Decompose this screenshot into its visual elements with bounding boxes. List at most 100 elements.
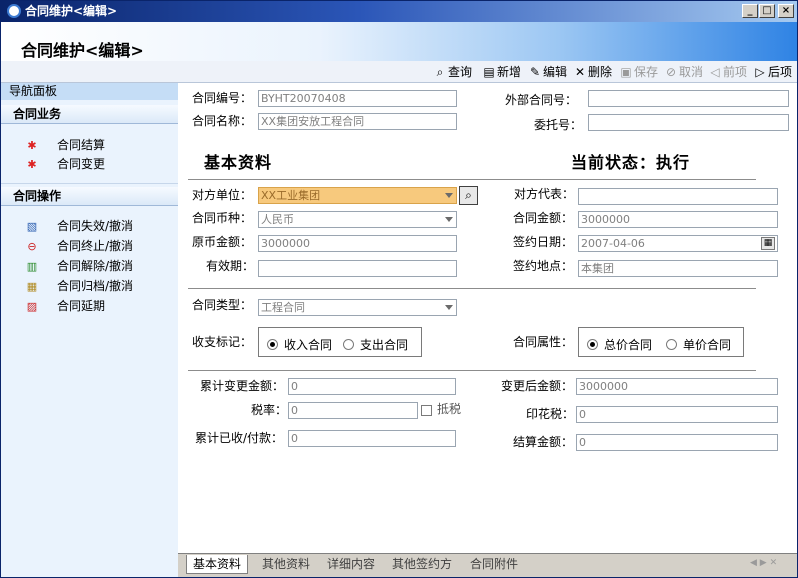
next-icon: ▷ [755, 65, 765, 79]
tab-basic-info[interactable]: 基本资料 [186, 555, 249, 574]
radio-icon [666, 339, 677, 350]
header-banner: 合同维护<编辑> [1, 22, 797, 61]
close-button[interactable]: × [778, 4, 794, 18]
cancel-button[interactable]: ⊘ 取消 [664, 64, 703, 80]
currency-select[interactable]: 人民币 [258, 211, 457, 228]
tab-scroll-arrows[interactable]: ◀ ▶ ✕ [750, 558, 777, 568]
cancel-icon: ⊘ [665, 65, 677, 79]
stamp-tax-field[interactable]: 0 [576, 406, 778, 423]
entrust-no-field[interactable] [588, 114, 789, 131]
extend-icon: ▨ [26, 299, 38, 313]
external-no-label: 外部合同号： [505, 93, 578, 107]
contract-name-label: 合同名称： [192, 114, 253, 128]
contract-type-label: 合同类型： [192, 298, 253, 312]
tab-attachments[interactable]: 合同附件 [464, 555, 524, 574]
settle-amount-label: 结算金额： [513, 435, 574, 449]
edit-button[interactable]: ✎ 编辑 [528, 64, 567, 80]
nav-item-archive[interactable]: ▦ 合同归档/撤消 [23, 277, 133, 295]
party-lookup-button[interactable]: ⌕ [459, 186, 478, 205]
invalidate-icon: ▧ [26, 219, 38, 233]
edit-icon: ✎ [529, 65, 541, 79]
contract-no-field[interactable]: BYHT20070408 [258, 90, 457, 107]
delete-button[interactable]: ✕ 删除 [573, 64, 612, 80]
validity-label: 有效期： [206, 259, 255, 273]
cum-received-field[interactable]: 0 [288, 430, 456, 447]
settle-amount-field[interactable]: 0 [576, 434, 778, 451]
sign-place-label: 签约地点： [513, 259, 574, 273]
next-button[interactable]: ▷ 后项 [753, 64, 792, 80]
after-change-label: 变更后金额： [501, 379, 574, 393]
title-bar[interactable]: 合同维护<编辑> _ □ × [1, 1, 797, 22]
radio-selected-icon [267, 339, 278, 350]
page-title: 合同维护<编辑> [21, 41, 144, 60]
deduct-tax-label: 抵税 [437, 402, 462, 416]
party-rep-label: 对方代表： [514, 187, 575, 201]
expense-radio[interactable]: 支出合同 [343, 336, 408, 353]
nav-divider [1, 183, 178, 184]
nav-item-dissolve[interactable]: ▥ 合同解除/撤消 [23, 257, 133, 275]
amount-label: 合同金额： [513, 211, 574, 225]
external-no-field[interactable] [588, 90, 789, 107]
tab-other-info[interactable]: 其他资料 [256, 555, 316, 574]
orig-amount-label: 原币金额： [192, 235, 253, 249]
party-rep-field[interactable] [578, 188, 778, 205]
currency-label: 合同币种： [192, 211, 253, 225]
stamp-tax-label: 印花税： [526, 407, 575, 421]
contract-no-label: 合同编号： [192, 91, 253, 105]
calendar-icon[interactable]: ▦ [761, 237, 775, 250]
after-change-field[interactable]: 3000000 [576, 378, 778, 395]
tab-other-signers[interactable]: 其他签约方 [386, 555, 458, 574]
search-icon: ⌕ [436, 65, 444, 79]
orig-amount-field[interactable]: 3000000 [258, 235, 457, 252]
party-select[interactable]: XX工业集团 [258, 187, 457, 204]
toolbar: ⌕ 查询 ▤ 新增 ✎ 编辑 ✕ 删除 ▣ 保存 ⊘ 取消 ◁ 前项 ▷ 后项 [1, 61, 797, 83]
tax-rate-field[interactable]: 0 [288, 402, 418, 419]
tab-details[interactable]: 详细内容 [321, 555, 381, 574]
new-icon: ▤ [483, 65, 495, 79]
sign-place-field[interactable]: 本集团 [578, 260, 778, 277]
entrust-no-label: 委托号： [534, 118, 583, 132]
nav-footer [1, 553, 178, 577]
prev-icon: ◁ [710, 65, 720, 79]
delete-icon: ✕ [574, 65, 586, 79]
radio-icon [343, 339, 354, 350]
change-icon: ✱ [27, 157, 37, 171]
deduct-tax-checkbox[interactable] [421, 405, 432, 416]
contract-type-select[interactable]: 工程合同 [258, 299, 457, 316]
divider-2 [188, 288, 756, 289]
nav-item-change[interactable]: ✱ 合同变更 [23, 155, 105, 173]
prev-button[interactable]: ◁ 前项 [708, 64, 747, 80]
new-button[interactable]: ▤ 新增 [482, 64, 521, 80]
lump-sum-radio[interactable]: 总价合同 [587, 336, 652, 353]
cum-change-field[interactable]: 0 [288, 378, 456, 395]
sign-date-field[interactable]: 2007-04-06 [578, 235, 778, 252]
contract-name-field[interactable]: XX集团安放工程合同 [258, 113, 457, 130]
amount-field[interactable]: 3000000 [578, 211, 778, 228]
income-flag-group: 收入合同 支出合同 [258, 327, 422, 357]
validity-field[interactable] [258, 260, 457, 277]
terminate-icon: ⊖ [27, 239, 37, 253]
minimize-button[interactable]: _ [742, 4, 758, 18]
nav-item-settlement[interactable]: ✱ 合同结算 [23, 136, 105, 154]
cum-received-label: 累计已收/付款： [195, 431, 284, 445]
party-label: 对方单位： [192, 188, 253, 202]
contract-attr-group: 总价合同 单价合同 [578, 327, 744, 357]
maximize-button[interactable]: □ [759, 4, 775, 18]
window-title: 合同维护<编辑> [25, 4, 118, 18]
nav-item-invalidate[interactable]: ▧ 合同失效/撤消 [23, 217, 133, 235]
cum-change-label: 累计变更金额： [200, 379, 285, 393]
income-radio[interactable]: 收入合同 [267, 336, 332, 353]
current-status: 当前状态：执行 [571, 153, 691, 172]
query-button[interactable]: ⌕ 查询 [433, 64, 472, 80]
settlement-icon: ✱ [27, 138, 37, 152]
archive-icon: ▦ [26, 279, 38, 293]
income-flag-label: 收支标记： [192, 335, 253, 349]
save-button[interactable]: ▣ 保存 [619, 64, 658, 80]
nav-item-terminate[interactable]: ⊖ 合同终止/撤消 [23, 237, 133, 255]
nav-item-extend[interactable]: ▨ 合同延期 [23, 297, 105, 315]
divider-3 [188, 370, 756, 371]
divider-1 [188, 179, 756, 180]
nav-section-contract-business[interactable]: 合同业务 [1, 105, 178, 124]
unit-price-radio[interactable]: 单价合同 [666, 336, 731, 353]
nav-section-contract-operations[interactable]: 合同操作 [1, 187, 178, 206]
